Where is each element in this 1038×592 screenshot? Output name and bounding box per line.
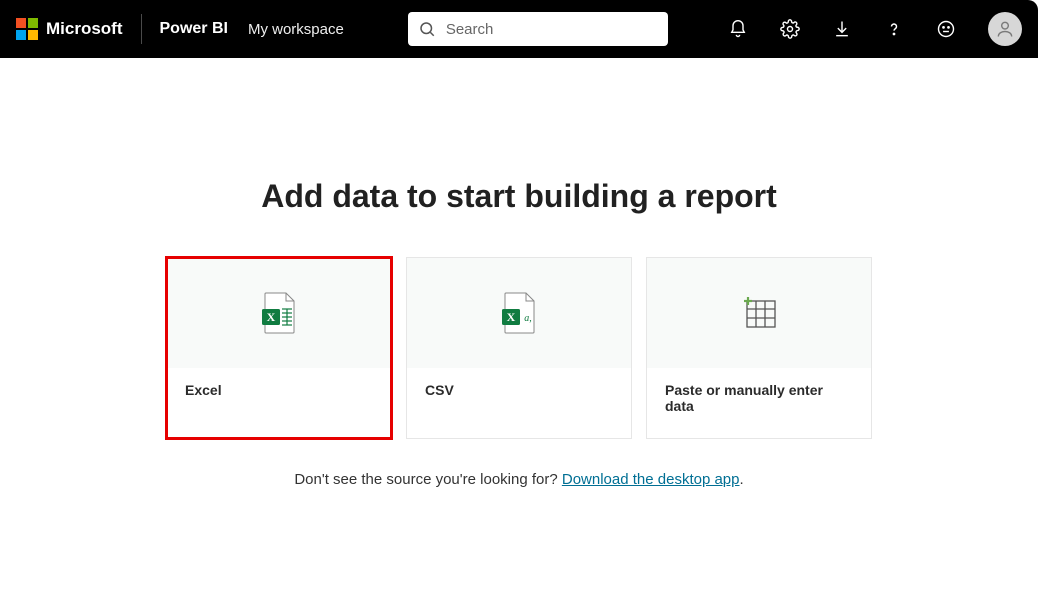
- download-desktop-link[interactable]: Download the desktop app: [562, 471, 740, 488]
- csv-file-icon: X a,: [407, 258, 631, 368]
- settings-gear-icon[interactable]: [780, 19, 800, 39]
- footer-period: .: [740, 471, 744, 488]
- card-label: Excel: [167, 368, 391, 432]
- table-enter-icon: [647, 258, 871, 368]
- svg-text:X: X: [507, 310, 516, 324]
- main-content: Add data to start building a report X: [0, 58, 1038, 488]
- footer-prompt: Don't see the source you're looking for?: [294, 471, 562, 488]
- search-box[interactable]: [408, 12, 668, 46]
- workspace-breadcrumb[interactable]: My workspace: [248, 21, 344, 38]
- notifications-icon[interactable]: [728, 19, 748, 39]
- download-icon[interactable]: [832, 19, 852, 39]
- user-avatar[interactable]: [988, 12, 1022, 46]
- global-header: Microsoft Power BI My workspace: [0, 0, 1038, 58]
- microsoft-brand[interactable]: Microsoft: [16, 18, 141, 40]
- svg-text:a,: a,: [524, 313, 532, 324]
- card-label: CSV: [407, 368, 631, 432]
- search-icon: [418, 20, 436, 38]
- feedback-smiley-icon[interactable]: [936, 19, 956, 39]
- card-label: Paste or manually enter data: [647, 368, 871, 438]
- microsoft-logo-icon: [16, 18, 38, 40]
- svg-text:X: X: [267, 310, 276, 324]
- card-excel[interactable]: X Excel: [166, 257, 392, 439]
- page-title: Add data to start building a report: [261, 178, 777, 215]
- header-actions: [704, 12, 1022, 46]
- card-csv[interactable]: X a, CSV: [406, 257, 632, 439]
- search-input[interactable]: [446, 21, 658, 38]
- company-name: Microsoft: [46, 19, 123, 39]
- data-source-cards: X Excel: [166, 257, 872, 439]
- footer-help-text: Don't see the source you're looking for?…: [294, 471, 743, 488]
- vertical-divider: [141, 14, 142, 44]
- excel-file-icon: X: [167, 258, 391, 368]
- card-paste-data[interactable]: Paste or manually enter data: [646, 257, 872, 439]
- product-name[interactable]: Power BI: [160, 20, 228, 38]
- help-icon[interactable]: [884, 19, 904, 39]
